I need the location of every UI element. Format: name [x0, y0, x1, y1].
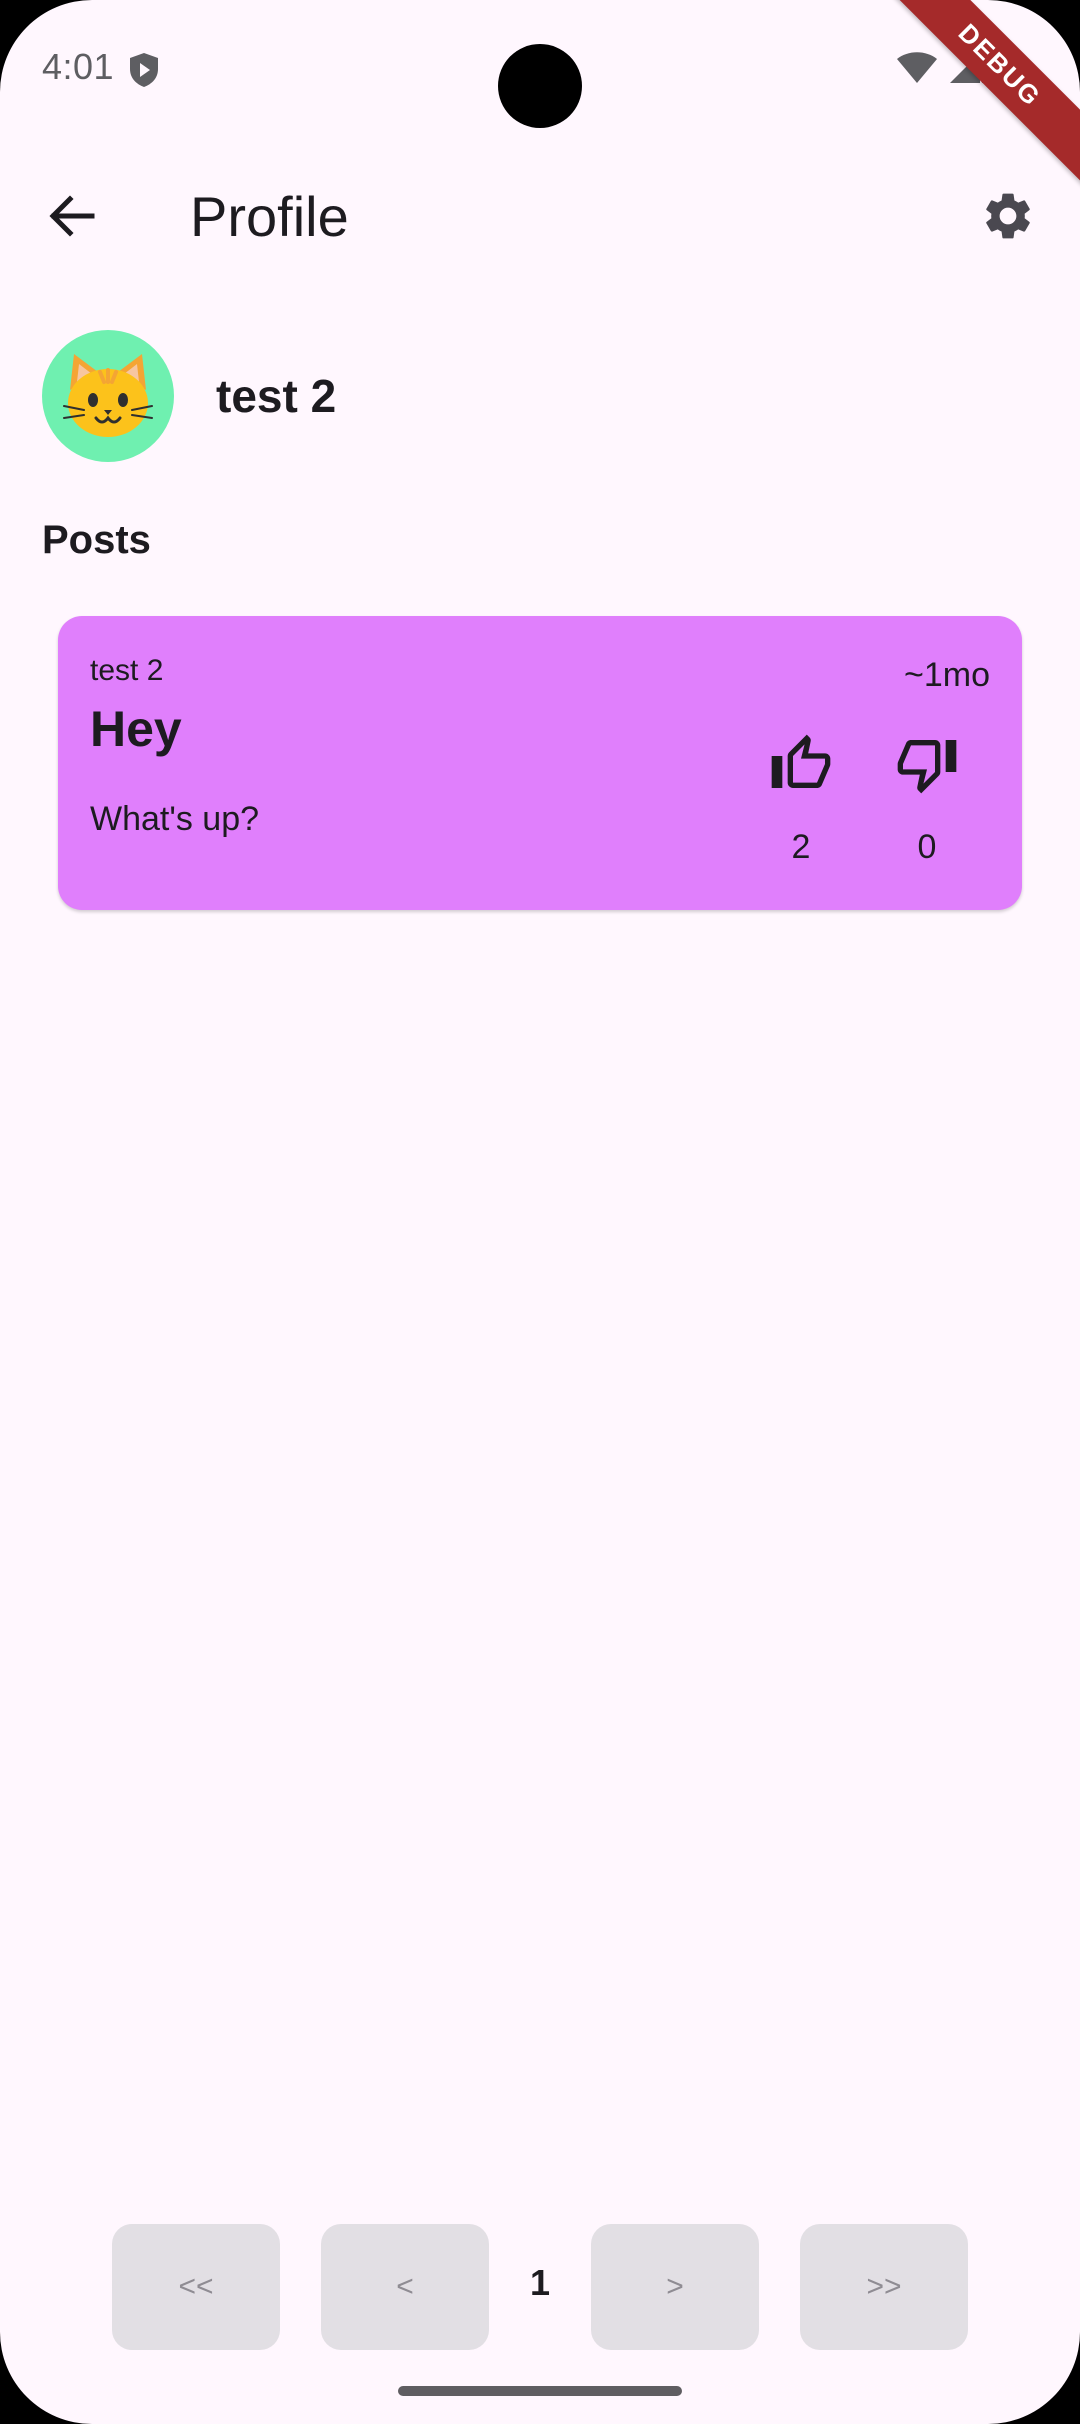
- post-title: Hey: [90, 701, 182, 757]
- avatar: [42, 330, 174, 462]
- dislike-button[interactable]: [882, 726, 972, 802]
- like-button[interactable]: [756, 726, 846, 802]
- last-page-button[interactable]: >>: [800, 2224, 968, 2350]
- like-control: 2: [756, 726, 846, 867]
- status-time: 4:01: [42, 46, 115, 87]
- gear-icon: [986, 193, 1030, 239]
- dislike-control: 0: [882, 726, 972, 867]
- next-page-button[interactable]: >: [591, 2224, 759, 2350]
- first-page-button[interactable]: <<: [112, 2224, 280, 2350]
- back-button[interactable]: [34, 178, 110, 254]
- camera-cutout: [498, 44, 582, 128]
- like-count: 2: [791, 828, 811, 866]
- arrow-left-icon: [49, 195, 95, 237]
- current-page-number: 1: [529, 2262, 551, 2303]
- thumbs-down-icon: [897, 740, 957, 794]
- app-screen: 4:01 DEBUG Profile test 2 Posts test 2 ~…: [0, 0, 1080, 2424]
- app-bar: Profile: [0, 156, 1080, 272]
- previous-page-button[interactable]: <: [321, 2224, 489, 2350]
- settings-button[interactable]: [970, 178, 1046, 254]
- wifi-icon: [896, 51, 938, 90]
- home-indicator[interactable]: [398, 2386, 682, 2396]
- thumbs-up-icon: [771, 734, 831, 788]
- post-body: What's up?: [90, 800, 260, 838]
- status-bar: 4:01: [0, 0, 1080, 140]
- post-timestamp: ~1mo: [904, 656, 990, 694]
- shield-icon: [128, 52, 160, 88]
- dislike-count: 0: [917, 828, 937, 866]
- profile-header: test 2: [42, 330, 336, 462]
- pagination: << < 1 > >>: [112, 2224, 968, 2350]
- post-card[interactable]: test 2 ~1mo Hey What's up? 2 0: [58, 616, 1022, 910]
- username: test 2: [216, 370, 337, 422]
- cat-face-icon: [63, 354, 153, 437]
- post-author: test 2: [90, 654, 164, 687]
- posts-section-title: Posts: [42, 518, 151, 562]
- page-title: Profile: [190, 185, 349, 248]
